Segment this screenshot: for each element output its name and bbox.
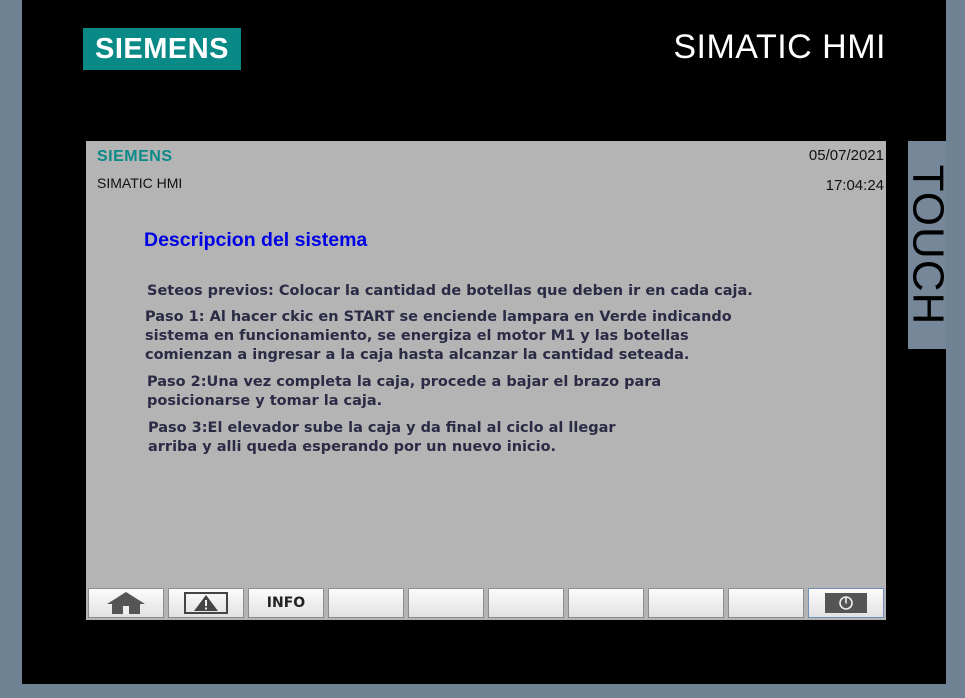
touch-label: TOUCH xyxy=(903,141,952,349)
softkey-5[interactable] xyxy=(408,588,484,618)
softkey-8[interactable] xyxy=(648,588,724,618)
touch-label-text: TOUCH xyxy=(903,164,953,326)
softkey-7[interactable] xyxy=(568,588,644,618)
text-line: Paso 2:Una vez completa la caja, procede… xyxy=(147,374,662,390)
product-name: SIMATIC HMI xyxy=(673,28,886,66)
description-setup: Seteos previos: Colocar la cantidad de b… xyxy=(147,282,753,301)
text-line: Seteos previos: Colocar la cantidad de b… xyxy=(147,283,753,299)
exit-runtime-button[interactable] xyxy=(808,588,884,618)
hmi-bezel: SIEMENS SIMATIC HMI TOUCH SIEMENS SIMATI… xyxy=(22,0,952,684)
screen-subtitle: SIMATIC HMI xyxy=(97,175,183,191)
date-display: 05/07/2021 xyxy=(808,147,884,164)
home-icon xyxy=(106,591,146,615)
text-line: arriba y alli queda esperando por un nue… xyxy=(148,439,557,455)
softkey-9[interactable] xyxy=(728,588,804,618)
power-icon xyxy=(825,593,867,613)
alarm-button[interactable] xyxy=(168,588,244,618)
softkey-6[interactable] xyxy=(488,588,564,618)
description-step-1: Paso 1: Al hacer ckic en START se encien… xyxy=(145,308,732,365)
description-step-2: Paso 2:Una vez completa la caja, procede… xyxy=(147,373,661,411)
hmi-screen: SIEMENS SIMATIC HMI 05/07/2021 17:04:24 … xyxy=(86,141,886,620)
warning-icon xyxy=(184,592,228,614)
info-button[interactable]: INFO xyxy=(248,588,324,618)
text-line: Paso 1: Al hacer ckic en START se encien… xyxy=(145,309,732,325)
page-title: Descripcion del sistema xyxy=(144,229,368,251)
softkey-4[interactable] xyxy=(328,588,404,618)
home-button[interactable] xyxy=(88,588,164,618)
text-line: sistema en funcionamiento, se energiza e… xyxy=(145,328,689,344)
description-step-3: Paso 3:El elevador sube la caja y da fin… xyxy=(148,419,616,457)
siemens-logo: SIEMENS xyxy=(83,28,241,70)
screen-siemens-logo: SIEMENS xyxy=(97,148,173,165)
text-line: comienzan a ingresar a la caja hasta alc… xyxy=(145,347,690,363)
time-display: 17:04:24 xyxy=(825,177,884,194)
softkey-bar: INFO xyxy=(86,585,886,620)
text-line: Paso 3:El elevador sube la caja y da fin… xyxy=(148,420,616,436)
text-line: posicionarse y tomar la caja. xyxy=(147,393,383,409)
